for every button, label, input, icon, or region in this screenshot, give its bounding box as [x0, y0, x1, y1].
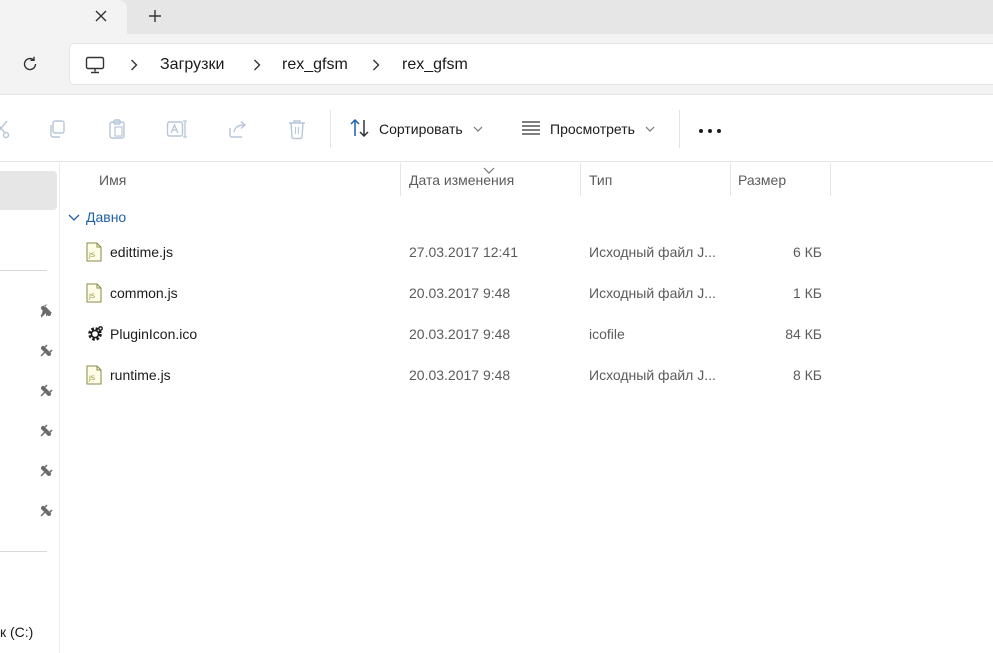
file-row[interactable]: PluginIcon.ico 20.03.2017 9:48 icofile 8… — [60, 313, 990, 354]
more-icon — [698, 121, 722, 137]
cut-icon[interactable] — [0, 116, 14, 142]
breadcrumb-rex-gfsm-parent[interactable]: rex_gfsm — [282, 56, 348, 74]
nav-divider — [0, 270, 47, 271]
file-size: 84 КБ — [785, 325, 822, 342]
js-file-icon: JS — [86, 283, 102, 303]
nav-item-selected[interactable] — [0, 171, 57, 210]
pin-icon[interactable] — [38, 503, 54, 519]
chevron-down-icon — [68, 209, 80, 225]
sort-icon — [349, 118, 371, 141]
address-row: Загрузки rex_gfsm rex_gfsm — [0, 34, 993, 95]
pin-icon[interactable] — [38, 343, 54, 359]
more-options-button[interactable] — [698, 114, 722, 144]
navigation-pane: к (C:) — [0, 163, 60, 653]
command-bar: Сортировать Просмотреть — [0, 96, 993, 162]
computer-icon[interactable] — [85, 44, 105, 86]
file-type: icofile — [589, 325, 625, 342]
pin-icon[interactable] — [38, 383, 54, 399]
column-separator[interactable] — [580, 163, 581, 196]
pin-icon[interactable] — [38, 463, 54, 479]
breadcrumb-rex-gfsm-current[interactable]: rex_gfsm — [402, 56, 468, 74]
nav-item-drive-c[interactable]: к (C:) — [0, 624, 33, 640]
js-file-icon: JS — [86, 242, 102, 262]
tab-strip — [0, 0, 993, 34]
refresh-icon[interactable] — [16, 50, 44, 78]
group-header[interactable]: Давно — [68, 205, 126, 229]
breadcrumb-chevron-icon[interactable] — [372, 44, 380, 86]
file-date: 20.03.2017 9:48 — [409, 325, 511, 342]
breadcrumb-chevron-icon[interactable] — [130, 44, 138, 86]
close-icon[interactable] — [89, 4, 113, 28]
file-size: 1 КБ — [792, 284, 822, 301]
file-type: Исходный файл J... — [589, 243, 716, 260]
file-date: 20.03.2017 9:48 — [409, 284, 511, 301]
file-type: Исходный файл J... — [589, 366, 716, 383]
column-separator[interactable] — [730, 163, 731, 196]
file-date: 27.03.2017 12:41 — [409, 243, 518, 260]
view-icon — [520, 120, 542, 139]
column-date-modified[interactable]: Дата изменения — [409, 163, 514, 196]
column-header: Имя Дата изменения Тип Размер — [60, 163, 993, 196]
column-name[interactable]: Имя — [99, 163, 126, 196]
file-name: common.js — [110, 284, 178, 301]
sort-label: Сортировать — [379, 121, 463, 137]
column-type[interactable]: Тип — [589, 163, 612, 196]
svg-text:JS: JS — [88, 292, 95, 300]
toolbar-divider — [679, 110, 680, 148]
address-bar[interactable]: Загрузки rex_gfsm rex_gfsm — [69, 43, 993, 85]
file-size: 8 КБ — [792, 366, 822, 383]
pin-icon[interactable] — [38, 303, 54, 319]
chevron-down-icon — [473, 126, 483, 132]
file-size: 6 КБ — [792, 243, 822, 260]
breadcrumb-chevron-icon[interactable] — [253, 44, 261, 86]
pin-icon[interactable] — [38, 423, 54, 439]
plus-icon[interactable] — [143, 4, 167, 28]
file-date: 20.03.2017 9:48 — [409, 366, 511, 383]
column-separator[interactable] — [400, 163, 401, 196]
share-icon[interactable] — [225, 116, 251, 142]
file-type: Исходный файл J... — [589, 284, 716, 301]
svg-text:JS: JS — [88, 374, 95, 382]
view-button[interactable]: Просмотреть — [520, 114, 655, 144]
file-name: edittime.js — [110, 243, 174, 260]
group-label: Давно — [86, 209, 127, 225]
column-separator[interactable] — [830, 163, 831, 196]
delete-icon[interactable] — [284, 116, 310, 142]
js-file-icon: JS — [86, 365, 102, 385]
file-row[interactable]: JS common.js 20.03.2017 9:48 Исходный фа… — [60, 272, 990, 313]
column-size[interactable]: Размер — [738, 163, 786, 196]
file-name: PluginIcon.ico — [110, 325, 198, 342]
rename-icon[interactable] — [164, 116, 190, 142]
toolbar-divider — [330, 110, 331, 148]
sort-button[interactable]: Сортировать — [349, 114, 483, 144]
paste-icon[interactable] — [104, 116, 130, 142]
svg-text:JS: JS — [88, 251, 95, 259]
view-label: Просмотреть — [550, 121, 635, 137]
copy-icon[interactable] — [44, 116, 70, 142]
breadcrumb-downloads[interactable]: Загрузки — [160, 56, 224, 74]
chevron-down-icon — [645, 126, 655, 132]
gear-file-icon — [86, 324, 103, 344]
file-name: runtime.js — [110, 366, 171, 383]
file-row[interactable]: JS edittime.js 27.03.2017 12:41 Исходный… — [60, 231, 990, 272]
nav-divider — [0, 551, 47, 552]
file-row[interactable]: JS runtime.js 20.03.2017 9:48 Исходный ф… — [60, 354, 990, 395]
active-tab[interactable] — [0, 0, 127, 34]
